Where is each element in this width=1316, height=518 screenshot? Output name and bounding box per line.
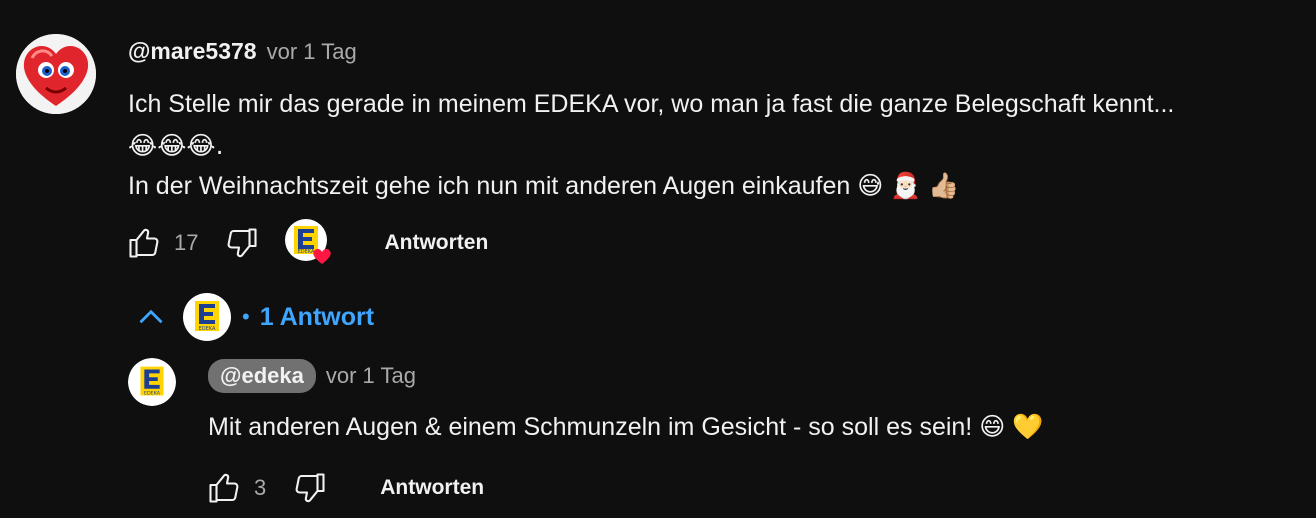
chevron-up-icon	[139, 309, 163, 324]
creator-heart-badge: EDEKA	[284, 218, 334, 268]
edeka-avatar-icon: EDEKA	[183, 293, 231, 341]
dislike-button[interactable]	[222, 223, 262, 263]
comment-line-1: Ich Stelle mir das gerade in meinem EDEK…	[128, 90, 1175, 118]
edeka-logo-icon: EDEKA	[128, 358, 176, 406]
thumbs-down-icon	[295, 473, 325, 503]
heart-character-icon	[16, 34, 96, 114]
reply-like-button[interactable]	[204, 468, 244, 508]
reply-button[interactable]: Antworten	[384, 223, 488, 263]
comment-thread: @mare5378 vor 1 Tag Ich Stelle mir das g…	[0, 0, 1316, 518]
reply-reply-button[interactable]: Antworten	[380, 468, 484, 508]
comment-text: Ich Stelle mir das gerade in meinem EDEK…	[128, 84, 1298, 207]
reply-text: Mit anderen Augen & einem Schmunzeln im …	[208, 413, 1044, 441]
svg-text:EDEKA: EDEKA	[298, 249, 315, 255]
replies-bullet: •	[242, 304, 250, 329]
like-count: 17	[174, 230, 199, 255]
reply-timestamp[interactable]: vor 1 Tag	[326, 363, 416, 389]
svg-text:EDEKA: EDEKA	[144, 390, 161, 396]
user-avatar[interactable]	[16, 34, 96, 114]
edeka-logo-icon: EDEKA	[285, 219, 332, 264]
replies-count-label[interactable]: 1 Antwort	[260, 303, 374, 332]
comment-line-3: In der Weihnachtszeit gehe ich nun mit a…	[128, 172, 960, 200]
reply-like-count: 3	[254, 475, 267, 500]
comment-line-2: 😂😂😂.	[128, 131, 224, 160]
reply-actions: 3 Antworten	[204, 464, 484, 512]
thumbs-up-icon	[209, 473, 239, 503]
reply-author-chip[interactable]: @edeka	[208, 359, 316, 393]
comment-actions: 17 EDEKA Antworten	[124, 218, 488, 268]
reply-header: @edeka vor 1 Tag	[208, 359, 416, 393]
thumbs-down-icon	[228, 228, 258, 258]
reply-author-avatar[interactable]: EDEKA	[128, 358, 176, 406]
reply-dislike-button[interactable]	[290, 468, 330, 508]
thumbs-up-icon	[129, 228, 159, 258]
comment-timestamp[interactable]: vor 1 Tag	[267, 39, 357, 65]
replies-toggle[interactable]: EDEKA • 1 Antwort	[130, 290, 374, 344]
like-button[interactable]	[124, 223, 164, 263]
comment-author[interactable]: @mare5378	[128, 38, 257, 65]
svg-text:EDEKA: EDEKA	[199, 326, 216, 332]
comment-header: @mare5378 vor 1 Tag	[128, 38, 357, 65]
